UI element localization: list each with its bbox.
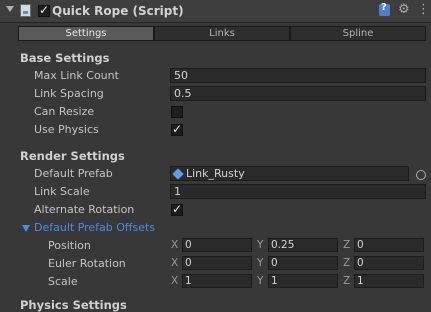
render-settings-header: Render Settings xyxy=(20,149,125,163)
use-physics-label: Use Physics xyxy=(34,123,99,136)
prefab-icon xyxy=(172,168,184,180)
position-z-field[interactable]: 0 xyxy=(354,238,424,252)
help-book-icon[interactable] xyxy=(379,2,390,16)
position-y-field[interactable]: 0.25 xyxy=(268,238,338,252)
euler-rotation-label: Euler Rotation xyxy=(48,257,126,270)
tab-links[interactable]: Links xyxy=(154,26,290,41)
alternate-rotation-label: Alternate Rotation xyxy=(34,203,135,216)
menu-icon[interactable]: ⋮ xyxy=(417,2,430,17)
scale-y-label: Y xyxy=(257,275,264,287)
max-link-count-label: Max Link Count xyxy=(34,69,119,82)
base-settings-header: Base Settings xyxy=(20,51,110,65)
script-icon xyxy=(20,4,31,17)
offsets-foldout-arrow-icon[interactable] xyxy=(22,225,30,232)
link-scale-field[interactable]: 1 xyxy=(170,184,426,199)
euler-z-label: Z xyxy=(343,257,351,269)
tab-spline[interactable]: Spline xyxy=(290,26,426,41)
scale-x-label: X xyxy=(171,275,179,287)
scale-x-field[interactable]: 1 xyxy=(182,274,252,288)
scale-z-field[interactable]: 1 xyxy=(354,274,424,288)
gear-icon[interactable]: ⚙ xyxy=(398,2,410,17)
euler-y-label: Y xyxy=(257,257,264,269)
component-enabled-checkbox[interactable] xyxy=(38,3,50,17)
max-link-count-field[interactable]: 50 xyxy=(170,68,426,83)
position-z-label: Z xyxy=(343,239,351,251)
default-prefab-field[interactable]: Link_Rusty xyxy=(170,166,409,181)
euler-x-field[interactable]: 0 xyxy=(182,256,252,270)
scale-y-field[interactable]: 1 xyxy=(268,274,338,288)
link-scale-label: Link Scale xyxy=(34,185,90,198)
euler-x-label: X xyxy=(171,257,179,269)
link-spacing-field[interactable]: 0.5 xyxy=(170,86,426,101)
foldout-arrow-icon[interactable] xyxy=(6,6,14,12)
physics-settings-header: Physics Settings xyxy=(20,298,127,312)
component-header: Quick Rope (Script) ⚙ ⋮ xyxy=(0,0,431,23)
position-x-field[interactable]: 0 xyxy=(182,238,252,252)
object-picker-icon[interactable] xyxy=(416,170,426,180)
euler-y-field[interactable]: 0 xyxy=(268,256,338,270)
link-spacing-label: Link Spacing xyxy=(34,87,104,100)
position-label: Position xyxy=(48,239,91,252)
scale-z-label: Z xyxy=(343,275,351,287)
default-prefab-offsets-foldout[interactable]: Default Prefab Offsets xyxy=(34,221,155,234)
use-physics-checkbox[interactable] xyxy=(171,122,183,136)
component-title: Quick Rope (Script) xyxy=(52,4,184,18)
tab-settings[interactable]: Settings xyxy=(18,26,154,41)
default-prefab-label: Default Prefab xyxy=(34,167,113,180)
can-resize-checkbox[interactable] xyxy=(171,106,183,118)
euler-z-field[interactable]: 0 xyxy=(354,256,424,270)
tab-bar: Settings Links Spline xyxy=(18,26,426,41)
alternate-rotation-checkbox[interactable] xyxy=(171,202,183,216)
position-y-label: Y xyxy=(257,239,264,251)
scale-label: Scale xyxy=(48,275,78,288)
default-prefab-value: Link_Rusty xyxy=(186,167,245,180)
position-x-label: X xyxy=(171,239,179,251)
can-resize-label: Can Resize xyxy=(34,105,95,118)
